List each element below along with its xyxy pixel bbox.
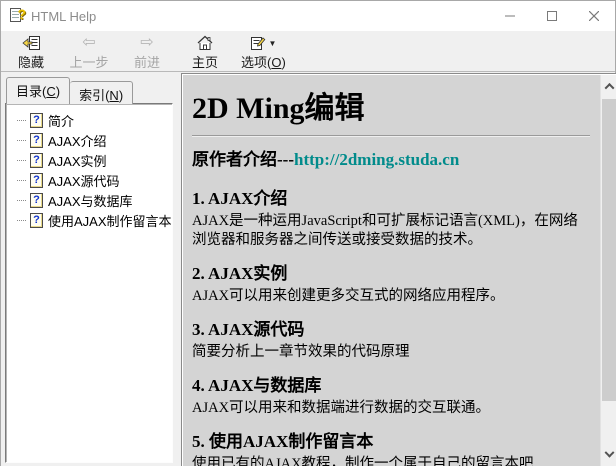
forward-arrow-icon: ⇨: [140, 34, 153, 52]
section-body: AJAX可以用来创建更多交互式的网络应用程序。: [192, 287, 590, 306]
hide-button[interactable]: 隐藏: [9, 34, 53, 71]
home-button[interactable]: 主页: [183, 34, 227, 71]
main-area: 目录(C) 索引(N) ? 简介 ? AJAX介绍: [1, 73, 616, 466]
section-heading: 1. AJAX介绍: [192, 184, 590, 209]
vertical-scrollbar[interactable]: [600, 75, 616, 466]
chevron-up-icon: [605, 83, 615, 93]
tree-item-ajax-example[interactable]: ? AJAX实例: [12, 150, 170, 170]
window-title: HTML Help: [31, 9, 96, 24]
hide-button-label: 隐藏: [18, 52, 44, 71]
section-2: 2. AJAX实例 AJAX可以用来创建更多交互式的网络应用程序。: [192, 259, 590, 306]
titlebar: ? HTML Help: [1, 1, 615, 31]
question-page-icon: ?: [30, 113, 43, 128]
section-body: AJAX是一种运用JavaScript和可扩展标记语言(XML)，在网络浏览器和…: [192, 212, 590, 250]
page-title: 2D Ming编辑: [192, 83, 590, 127]
options-page-icon: ▼: [250, 34, 276, 52]
forward-button-label: 前进: [134, 52, 160, 71]
scroll-down-button[interactable]: [601, 447, 616, 464]
section-heading: 2. AJAX实例: [192, 259, 590, 284]
question-page-icon: ?: [30, 193, 43, 208]
toolbar: 隐藏 ⇦ 上一步 ⇨ 前进 主页: [1, 31, 615, 72]
section-1: 1. AJAX介绍 AJAX是一种运用JavaScript和可扩展标记语言(XM…: [192, 184, 590, 250]
question-page-icon: ?: [30, 133, 43, 148]
section-heading: 5. 使用AJAX制作留言本: [192, 427, 590, 452]
close-button[interactable]: [573, 1, 615, 31]
question-page-icon: ?: [30, 213, 43, 228]
tree-item-label: AJAX实例: [48, 151, 107, 170]
help-page-question-icon: ?: [9, 8, 25, 24]
scrollbar-thumb[interactable]: [602, 99, 616, 401]
html-help-window: ? HTML Help: [0, 0, 616, 466]
chevron-down-icon: [605, 448, 615, 458]
topic-document: 2D Ming编辑 原作者介绍---http://2dming.studa.cn…: [183, 75, 600, 466]
question-glyph: ?: [17, 7, 26, 21]
section-body: AJAX可以用来和数据端进行数据的交互联通。: [192, 399, 590, 418]
minimize-button[interactable]: [489, 1, 531, 31]
options-button-label: 选项(O): [241, 52, 286, 71]
tree-item-label: AJAX源代码: [48, 171, 120, 190]
topic-pane: 2D Ming编辑 原作者介绍---http://2dming.studa.cn…: [181, 73, 616, 466]
tree-item-ajax-intro[interactable]: ? AJAX介绍: [12, 130, 170, 150]
question-page-icon: ?: [30, 153, 43, 168]
section-heading: 4. AJAX与数据库: [192, 371, 590, 396]
tree-item-ajax-source[interactable]: ? AJAX源代码: [12, 170, 170, 190]
home-icon: [196, 34, 214, 52]
navigation-pane: 目录(C) 索引(N) ? 简介 ? AJAX介绍: [1, 73, 181, 466]
contents-tree: ? 简介 ? AJAX介绍 ? AJAX实例: [5, 103, 173, 463]
back-arrow-icon: ⇦: [82, 34, 95, 52]
question-page-icon: ?: [30, 173, 43, 188]
tree-item-label: AJAX与数据库: [48, 191, 133, 210]
section-heading: 3. AJAX源代码: [192, 315, 590, 340]
section-3: 3. AJAX源代码 简要分析上一章节效果的代码原理: [192, 315, 590, 362]
hide-panel-icon: [22, 34, 41, 52]
tree-item-label: 使用AJAX制作留言本: [48, 211, 172, 230]
section-body: 简要分析上一章节效果的代码原理: [192, 343, 590, 362]
options-button[interactable]: ▼ 选项(O): [241, 34, 286, 71]
maximize-button[interactable]: [531, 1, 573, 31]
dropdown-caret-icon: ▼: [268, 39, 276, 48]
section-body: 使用已有的AJAX教程，制作一个属于自己的留言本吧....: [192, 455, 590, 466]
tree-item-ajax-database[interactable]: ? AJAX与数据库: [12, 190, 170, 210]
scroll-up-button[interactable]: [601, 78, 616, 95]
author-link[interactable]: http://2dming.studa.cn: [294, 150, 459, 169]
section-5: 5. 使用AJAX制作留言本 使用已有的AJAX教程，制作一个属于自己的留言本吧…: [192, 427, 590, 466]
window-controls: [489, 1, 615, 31]
tree-item-label: AJAX介绍: [48, 131, 107, 150]
back-button[interactable]: ⇦ 上一步: [67, 34, 111, 71]
section-4: 4. AJAX与数据库 AJAX可以用来和数据端进行数据的交互联通。: [192, 371, 590, 418]
tree-item-ajax-guestbook[interactable]: ? 使用AJAX制作留言本: [12, 210, 170, 230]
forward-button[interactable]: ⇨ 前进: [125, 34, 169, 71]
tree-item-label: 简介: [48, 111, 74, 130]
tab-contents[interactable]: 目录(C): [6, 77, 70, 104]
tab-index[interactable]: 索引(N): [70, 81, 133, 104]
back-button-label: 上一步: [69, 52, 108, 71]
nav-tabs: 目录(C) 索引(N): [6, 79, 133, 104]
author-line: 原作者介绍---http://2dming.studa.cn: [192, 145, 590, 170]
tree-item-intro[interactable]: ? 简介: [12, 110, 170, 130]
home-button-label: 主页: [192, 52, 218, 71]
divider: [192, 135, 590, 137]
